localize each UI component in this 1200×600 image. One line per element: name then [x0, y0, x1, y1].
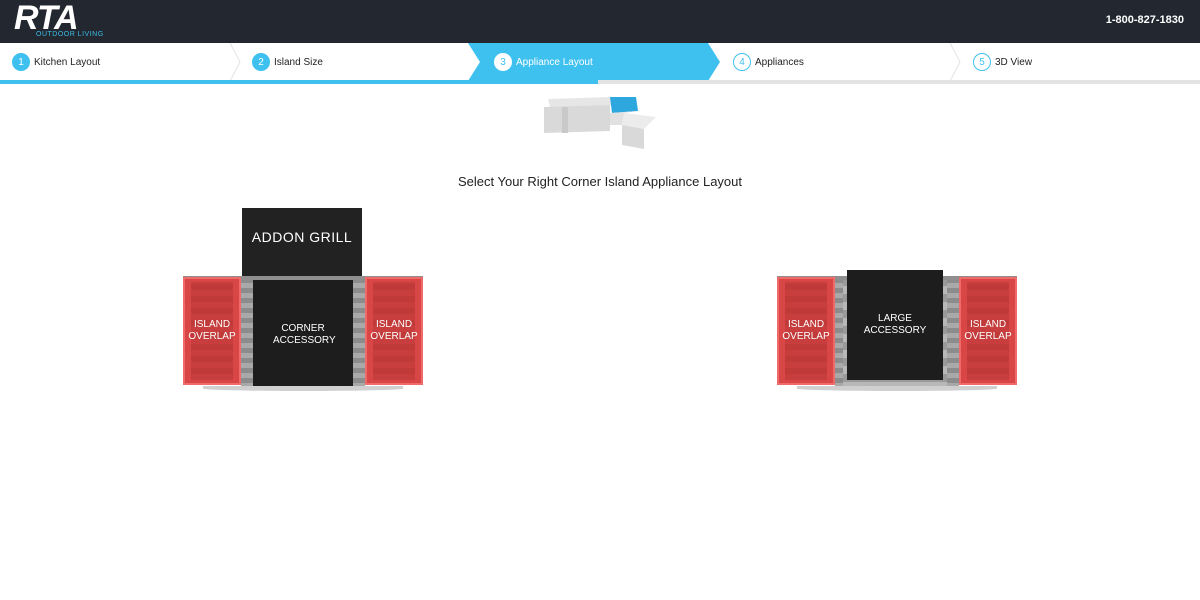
overlap-label: ISLAND OVERLAP: [964, 319, 1012, 342]
step-island-size[interactable]: 2 Island Size: [252, 43, 323, 81]
stone-pillar: [241, 280, 253, 388]
step-number: 3: [494, 53, 512, 71]
step-label: Appliances: [755, 56, 804, 68]
step-label: Appliance Layout: [516, 56, 593, 68]
large-accessory-block: LARGE ACCESSORY: [847, 270, 943, 380]
island-shape-thumbnail: [544, 97, 656, 149]
step-navigation: 1 Kitchen Layout 2 Island Size 3 Applian…: [0, 43, 1200, 81]
step-kitchen-layout[interactable]: 1 Kitchen Layout: [12, 43, 100, 81]
right-island-overlap: ISLAND OVERLAP: [365, 277, 423, 385]
stone-pillar: [947, 280, 959, 388]
step-3d-view[interactable]: 5 3D View: [973, 43, 1032, 81]
left-island-overlap: ISLAND OVERLAP: [777, 277, 835, 385]
top-header: RTA OUTDOOR LIVING 1-800-827-1830: [0, 0, 1200, 43]
base-shadow: [203, 386, 403, 391]
step-separator-icon: [229, 43, 241, 81]
core-label: LARGE ACCESSORY: [863, 313, 927, 336]
phone-number[interactable]: 1-800-827-1830: [1106, 14, 1184, 26]
step-number: 2: [252, 53, 270, 71]
step-appliances[interactable]: 4 Appliances: [733, 43, 804, 81]
left-island-overlap: ISLAND OVERLAP: [183, 277, 241, 385]
step-separator-icon: [949, 43, 961, 81]
steps-progress-bar: [0, 80, 598, 84]
logo-subtitle: OUTDOOR LIVING: [36, 31, 104, 38]
step-appliance-layout[interactable]: 3 Appliance Layout: [494, 43, 593, 81]
step-label: Island Size: [274, 56, 323, 68]
layout-option-corner-accessory[interactable]: ADDON GRILL ISLAND OVERLAP CORNER ACCESS…: [183, 208, 423, 396]
overlap-label: ISLAND OVERLAP: [188, 319, 236, 342]
rta-logo[interactable]: RTA OUTDOOR LIVING: [14, 0, 104, 41]
overlap-label: ISLAND OVERLAP: [370, 319, 418, 342]
base-shadow: [797, 386, 997, 391]
step-number: 5: [973, 53, 991, 71]
stone-pillar: [353, 280, 365, 388]
addon-grill-block: ADDON GRILL: [242, 208, 362, 276]
corner-accessory-block: CORNER ACCESSORY: [253, 280, 353, 390]
step-number: 4: [733, 53, 751, 71]
right-island-overlap: ISLAND OVERLAP: [959, 277, 1017, 385]
stone-pillar: [835, 280, 843, 388]
overlap-label: ISLAND OVERLAP: [782, 319, 830, 342]
step-label: Kitchen Layout: [34, 56, 101, 68]
step-number: 1: [12, 53, 30, 71]
page-title: Select Your Right Corner Island Applianc…: [457, 174, 743, 189]
core-label: CORNER ACCESSORY: [273, 323, 336, 346]
step-label: 3D View: [995, 56, 1033, 68]
layout-option-large-accessory[interactable]: ISLAND OVERLAP LARGE ACCESSORY ISLAND OV…: [777, 270, 1017, 396]
